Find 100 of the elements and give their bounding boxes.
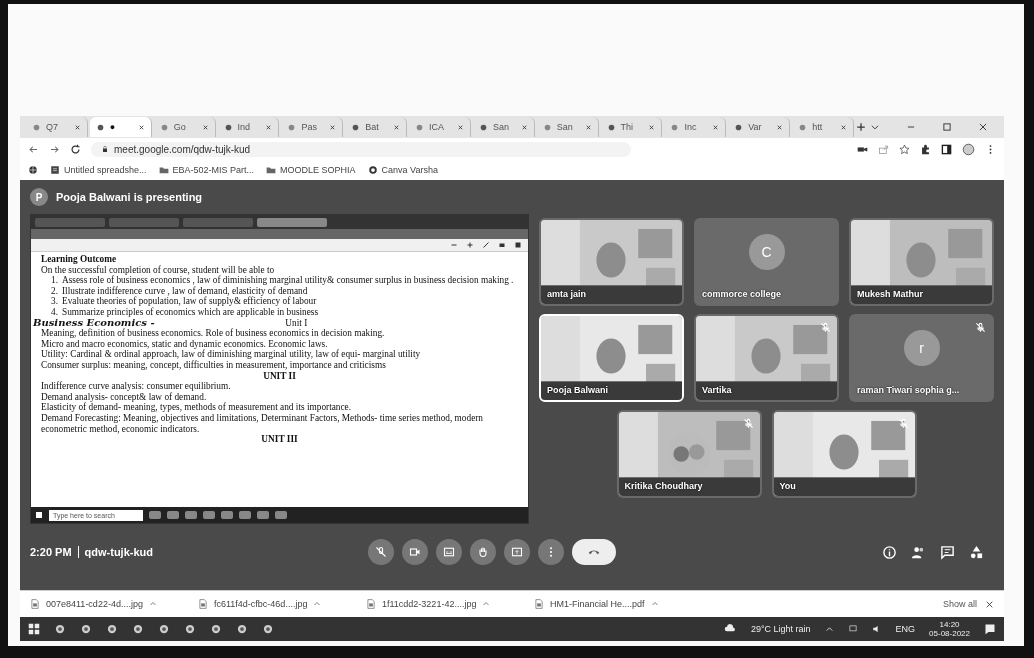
- chat-icon[interactable]: [940, 544, 955, 560]
- download-item[interactable]: fc611f4d-cfbc-46d....jpg: [214, 599, 308, 609]
- chevron-up-icon[interactable]: [824, 624, 834, 634]
- address-bar[interactable]: meet.google.com/qdw-tujk-kud: [91, 141, 631, 157]
- windows-icon[interactable]: [35, 511, 43, 519]
- windows-icon[interactable]: [28, 623, 40, 635]
- taskbar-app-icon[interactable]: [203, 511, 215, 519]
- present-button[interactable]: [504, 539, 530, 565]
- draw-icon[interactable]: [482, 241, 490, 249]
- bookmark[interactable]: MOODLE SOPHIA: [266, 165, 356, 175]
- save-icon[interactable]: [514, 241, 522, 249]
- browser-tab[interactable]: Ind: [217, 117, 280, 137]
- taskbar-app-icon[interactable]: [167, 511, 179, 519]
- browser-tab[interactable]: Pas: [281, 117, 344, 137]
- download-item[interactable]: 1f11cdd2-3221-42....jpg: [382, 599, 477, 609]
- taskbar-app-icon[interactable]: [239, 511, 251, 519]
- browser-tab[interactable]: Bat: [345, 117, 408, 137]
- show-all-button[interactable]: Show all: [942, 599, 977, 609]
- people-icon[interactable]: [911, 544, 926, 560]
- close-icon[interactable]: [265, 123, 273, 131]
- close-icon[interactable]: [776, 123, 784, 131]
- participant-tile[interactable]: r raman Tiwari sophia g...: [849, 314, 994, 402]
- raise-hand-button[interactable]: [470, 539, 496, 565]
- settings-icon[interactable]: [262, 623, 274, 635]
- browser-tab[interactable]: htt: [792, 117, 854, 137]
- participant-tile[interactable]: amta jain: [539, 218, 684, 306]
- taskbar-app-icon[interactable]: [149, 511, 161, 519]
- document-app-icon[interactable]: [184, 623, 196, 635]
- bookmark[interactable]: Canva Varsha: [367, 165, 438, 175]
- close-icon[interactable]: [712, 123, 720, 131]
- close-icon[interactable]: [456, 123, 464, 131]
- info-icon[interactable]: [882, 544, 897, 560]
- profile-icon[interactable]: [962, 142, 975, 156]
- taskbar-app-icon[interactable]: [185, 511, 197, 519]
- clock-time[interactable]: 14:20: [939, 620, 960, 629]
- chrome-icon[interactable]: [106, 623, 118, 635]
- reload-icon[interactable]: [70, 143, 81, 155]
- browser-tab[interactable]: Q7: [26, 117, 88, 137]
- side-panel-icon[interactable]: [941, 143, 952, 155]
- browser-tab[interactable]: Var: [728, 117, 791, 137]
- participant-tile[interactable]: You: [771, 410, 917, 498]
- browser-tab[interactable]: San: [472, 117, 535, 137]
- browser-tab[interactable]: Thi: [600, 117, 663, 137]
- zoom-in-icon[interactable]: [466, 241, 474, 249]
- close-icon[interactable]: [977, 122, 988, 132]
- close-icon[interactable]: [137, 123, 145, 131]
- mail-app-icon[interactable]: [236, 623, 248, 635]
- bookmark[interactable]: Untitled spreadshe...: [50, 165, 147, 175]
- puzzle-icon[interactable]: [920, 143, 931, 155]
- close-icon[interactable]: [648, 123, 656, 131]
- weather-text[interactable]: 29°C Light rain: [750, 624, 811, 634]
- bookmark[interactable]: EBA-502-MIS Part...: [158, 165, 255, 175]
- taskbar-app-icon[interactable]: [221, 511, 233, 519]
- folder-app-icon[interactable]: [158, 623, 170, 635]
- grid-app-icon[interactable]: [210, 623, 222, 635]
- taskbar-app-icon[interactable]: [257, 511, 269, 519]
- close-icon[interactable]: [584, 123, 592, 131]
- globe-icon[interactable]: [28, 165, 38, 175]
- download-item[interactable]: HM1-Financial He....pdf: [550, 599, 645, 609]
- new-tab-icon[interactable]: [855, 122, 866, 132]
- browser-tab[interactable]: Inc: [664, 117, 727, 137]
- chevron-down-icon[interactable]: [869, 122, 880, 132]
- forward-icon[interactable]: [49, 143, 60, 155]
- close-icon[interactable]: [329, 123, 337, 131]
- download-item[interactable]: 007e8411-cd22-4d....jpg: [46, 599, 143, 609]
- participant-tile[interactable]: C commorce college: [694, 218, 839, 306]
- close-icon[interactable]: [393, 123, 401, 131]
- maximize-icon[interactable]: [941, 122, 952, 132]
- close-icon[interactable]: [201, 123, 209, 131]
- browser-tab[interactable]: Go: [153, 117, 216, 137]
- microphone-button[interactable]: [368, 539, 394, 565]
- activities-icon[interactable]: [969, 544, 984, 560]
- close-icon[interactable]: [73, 123, 81, 131]
- network-icon[interactable]: [847, 624, 858, 634]
- clock-date[interactable]: 05-08-2022: [929, 629, 970, 638]
- search-icon[interactable]: [54, 623, 66, 635]
- taskbar-app-icon[interactable]: [275, 511, 287, 519]
- participant-tile[interactable]: Pooja Balwani: [539, 314, 684, 402]
- participant-tile[interactable]: Mukesh Mathur: [849, 218, 994, 306]
- unit-heading: Unit I: [284, 317, 309, 329]
- star-icon[interactable]: [899, 143, 910, 155]
- captions-button[interactable]: [436, 539, 462, 565]
- document-tab[interactable]: [257, 217, 327, 227]
- leave-call-button[interactable]: [572, 539, 616, 565]
- close-icon[interactable]: [839, 123, 847, 131]
- browser-tab[interactable]: ●: [89, 117, 152, 137]
- browser-tab[interactable]: ICA: [409, 117, 471, 137]
- camera-button[interactable]: [402, 539, 428, 565]
- notifications-icon[interactable]: [984, 623, 996, 635]
- print-icon[interactable]: [498, 241, 506, 249]
- zoom-out-icon[interactable]: [450, 241, 458, 249]
- close-icon[interactable]: [985, 599, 994, 609]
- participant-tile[interactable]: Vartika: [694, 314, 839, 402]
- back-icon[interactable]: [28, 143, 39, 155]
- photos-app-icon[interactable]: [132, 623, 144, 635]
- participant-tile[interactable]: Kritika Choudhary: [616, 410, 762, 498]
- close-icon[interactable]: [520, 123, 528, 131]
- browser-tab[interactable]: San: [536, 117, 599, 137]
- circle-app-icon[interactable]: [80, 623, 92, 635]
- language-indicator[interactable]: ENG: [895, 624, 916, 634]
